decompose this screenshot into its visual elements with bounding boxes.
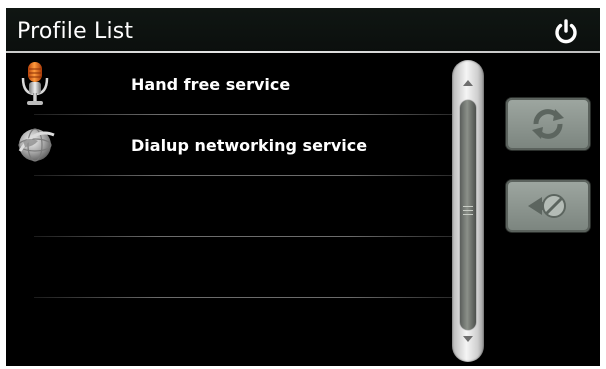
list-item-empty[interactable] bbox=[6, 298, 452, 359]
list-item-dialup-networking-service[interactable]: Dialup networking service bbox=[6, 115, 452, 176]
disconnect-icon bbox=[528, 194, 566, 218]
list-item-empty[interactable] bbox=[6, 237, 452, 298]
grip-line bbox=[463, 214, 473, 215]
refresh-button[interactable] bbox=[506, 98, 590, 150]
chevron-up-icon[interactable] bbox=[463, 80, 473, 86]
microphone-icon bbox=[14, 60, 58, 108]
profile-list-screen: Profile List Hand free service Dialup ne… bbox=[6, 8, 600, 366]
profile-list: Hand free service Dialup networking serv… bbox=[6, 54, 452, 366]
list-item-label: Hand free service bbox=[131, 75, 291, 94]
page-title: Profile List bbox=[17, 19, 134, 44]
header-bar: Profile List bbox=[6, 8, 600, 52]
grip-line bbox=[463, 210, 473, 211]
header-divider bbox=[6, 51, 600, 53]
list-item-empty[interactable] bbox=[6, 176, 452, 237]
scrollbar[interactable] bbox=[452, 60, 484, 362]
power-icon bbox=[555, 19, 577, 44]
power-button[interactable] bbox=[551, 17, 581, 47]
list-item-label: Dialup networking service bbox=[131, 136, 368, 155]
refresh-icon bbox=[532, 109, 564, 139]
chevron-down-icon[interactable] bbox=[463, 336, 473, 342]
disconnect-button[interactable] bbox=[506, 180, 590, 232]
globe-icon bbox=[14, 121, 58, 169]
list-item-hand-free-service[interactable]: Hand free service bbox=[6, 54, 452, 115]
grip-line bbox=[463, 206, 473, 207]
scrollbar-thumb[interactable] bbox=[460, 100, 476, 330]
